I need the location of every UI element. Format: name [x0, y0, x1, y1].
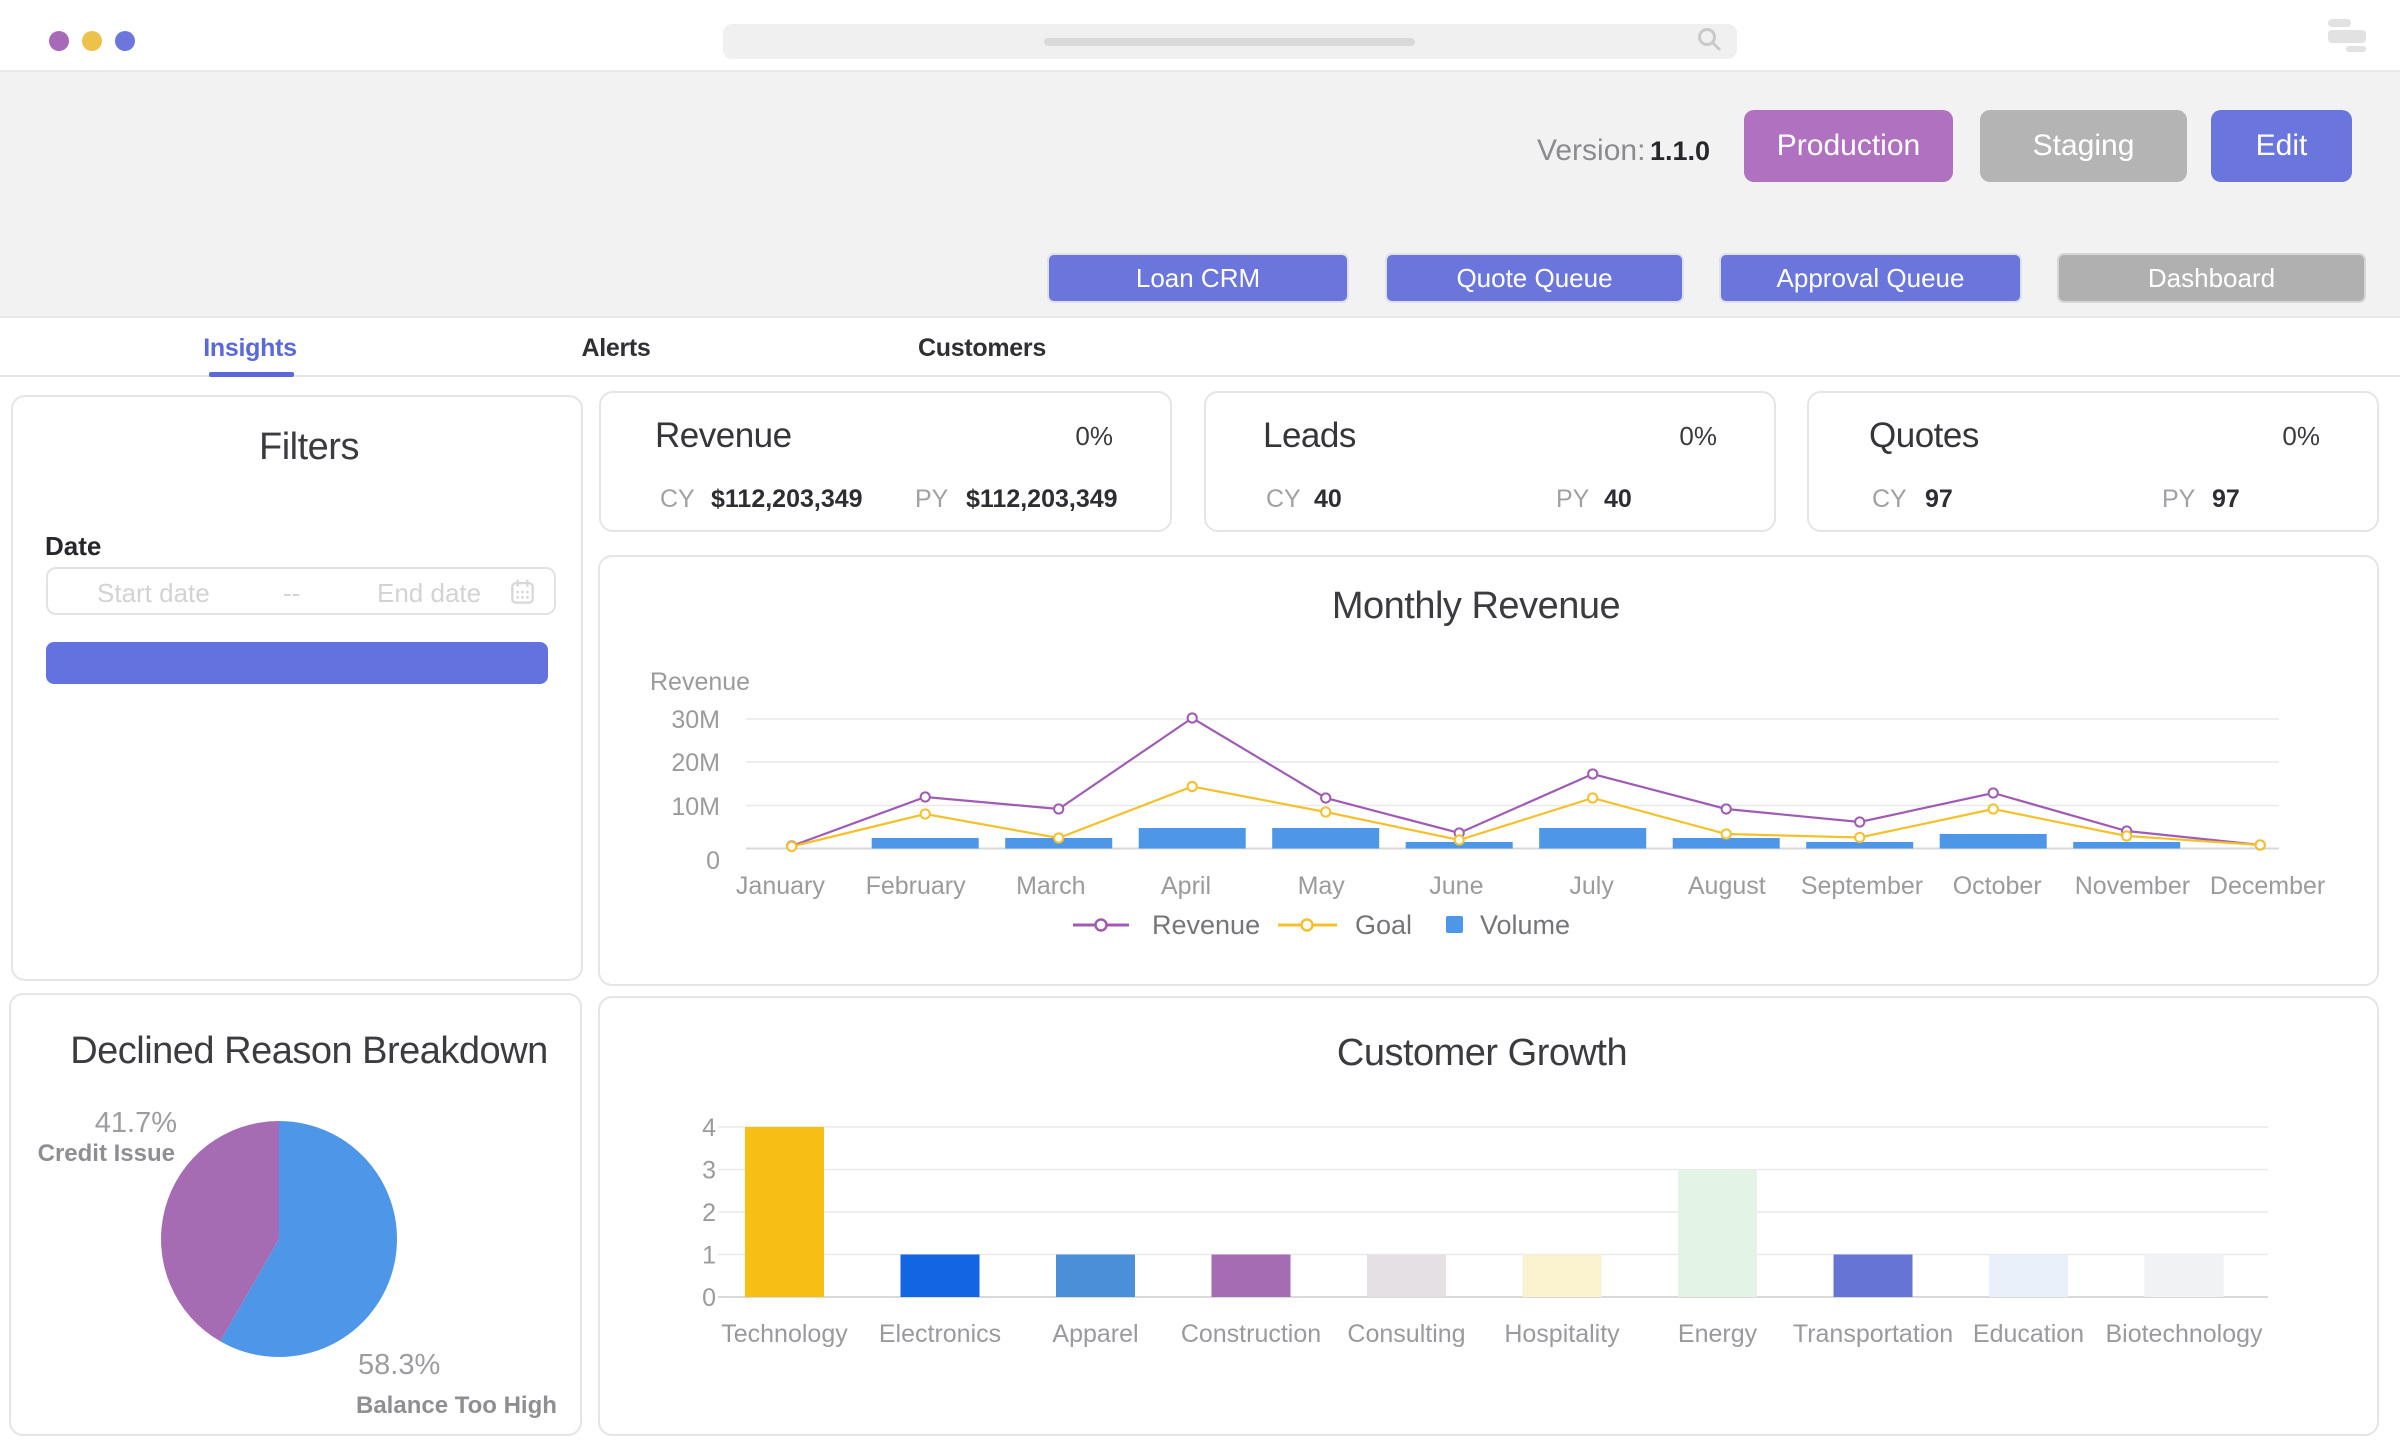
svg-text:0: 0 — [706, 847, 720, 875]
svg-text:Declined Reason Breakdown: Declined Reason Breakdown — [70, 1030, 548, 1072]
svg-text:March: March — [1016, 872, 1085, 900]
svg-text:1: 1 — [702, 1242, 716, 1270]
svg-text:October: October — [1953, 872, 2042, 900]
svg-text:August: August — [1688, 872, 1766, 900]
svg-text:June: June — [1429, 872, 1483, 900]
svg-text:April: April — [1161, 872, 1211, 900]
svg-text:November: November — [2075, 872, 2190, 900]
svg-text:Volume: Volume — [1480, 910, 1570, 940]
svg-text:Electronics: Electronics — [879, 1320, 1001, 1348]
svg-text:September: September — [1801, 872, 1923, 900]
svg-text:Education: Education — [1973, 1320, 2084, 1348]
svg-text:December: December — [2210, 872, 2325, 900]
svg-text:4: 4 — [702, 1114, 716, 1142]
svg-text:30M: 30M — [671, 706, 720, 734]
svg-text:January: January — [736, 872, 825, 900]
svg-text:Technology: Technology — [721, 1320, 848, 1348]
svg-text:10M: 10M — [671, 793, 720, 821]
svg-text:Transportation: Transportation — [1793, 1320, 1953, 1348]
svg-text:Apparel: Apparel — [1052, 1320, 1138, 1348]
svg-text:Goal: Goal — [1355, 910, 1412, 940]
svg-text:Monthly Revenue: Monthly Revenue — [1332, 585, 1620, 627]
svg-text:Revenue: Revenue — [650, 668, 750, 696]
svg-text:2: 2 — [702, 1199, 716, 1227]
svg-text:Customer Growth: Customer Growth — [1337, 1032, 1627, 1074]
svg-text:41.7%: 41.7% — [95, 1107, 177, 1139]
svg-text:Construction: Construction — [1181, 1320, 1321, 1348]
svg-text:Credit Issue: Credit Issue — [38, 1140, 175, 1167]
svg-text:Energy: Energy — [1678, 1320, 1758, 1348]
svg-text:February: February — [866, 872, 967, 900]
svg-text:July: July — [1569, 872, 1614, 900]
svg-text:Hospitality: Hospitality — [1504, 1320, 1620, 1348]
svg-text:Revenue: Revenue — [1152, 910, 1260, 940]
svg-text:58.3%: 58.3% — [358, 1349, 440, 1381]
svg-text:20M: 20M — [671, 749, 720, 777]
svg-text:3: 3 — [702, 1157, 716, 1185]
svg-text:Balance Too High: Balance Too High — [356, 1392, 557, 1419]
svg-text:0: 0 — [702, 1284, 716, 1312]
svg-text:Consulting: Consulting — [1347, 1320, 1465, 1348]
svg-text:Biotechnology: Biotechnology — [2105, 1320, 2263, 1348]
svg-text:May: May — [1298, 872, 1346, 900]
